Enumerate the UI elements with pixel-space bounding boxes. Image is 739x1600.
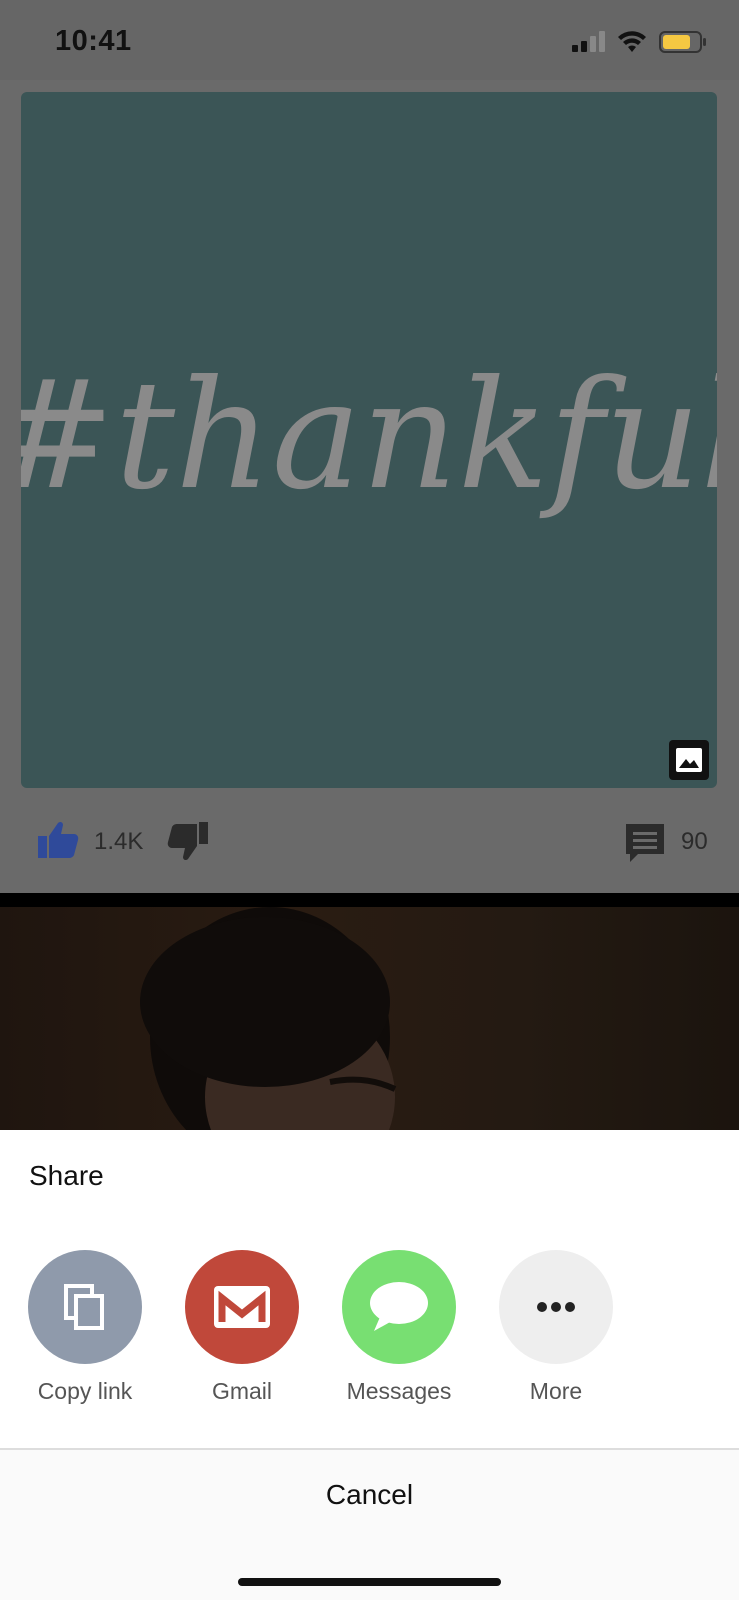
copy-link-label: Copy link (37, 1378, 133, 1404)
home-indicator[interactable] (238, 1578, 501, 1586)
messages-button[interactable]: Messages (324, 1250, 474, 1405)
like-icon[interactable] (36, 818, 80, 862)
share-sheet-title: Share (29, 1160, 104, 1191)
battery-icon (659, 31, 706, 53)
video-thumbnail[interactable] (0, 907, 739, 1131)
copy-icon (64, 1284, 104, 1330)
copy-link-button[interactable]: Copy link (10, 1250, 160, 1405)
messages-icon (370, 1282, 428, 1331)
more-dots-icon (537, 1302, 575, 1312)
comment-count: 90 (681, 828, 708, 855)
wifi-icon (618, 31, 646, 52)
more-button[interactable]: More (481, 1250, 631, 1405)
dislike-icon[interactable] (166, 820, 210, 864)
copy-link-circle (28, 1250, 142, 1364)
thankful-artwork: #thankful (21, 349, 717, 523)
cancel-button[interactable]: Cancel (0, 1450, 739, 1540)
post-image-text: #thankful (21, 349, 717, 523)
gmail-button[interactable]: Gmail (167, 1250, 317, 1405)
share-sheet: Share Copy link Gmail Messages More Canc… (0, 1130, 739, 1600)
comment-icon[interactable] (624, 822, 666, 864)
status-time: 10:41 (55, 25, 132, 57)
like-count: 1.4K (94, 828, 144, 855)
gmail-circle (185, 1250, 299, 1364)
post-image[interactable]: #thankful (21, 92, 717, 788)
cellular-signal-icon (572, 31, 605, 52)
more-circle (499, 1250, 613, 1364)
post-actions-row: 1.4K 90 (0, 810, 739, 880)
feed-divider (0, 893, 739, 907)
gmail-icon (214, 1286, 270, 1328)
image-type-icon (669, 740, 709, 780)
status-icons (571, 30, 707, 54)
share-options: Copy link Gmail Messages More (0, 1250, 739, 1430)
status-bar: 10:41 (0, 0, 739, 80)
person-silhouette (140, 907, 397, 1131)
messages-label: Messages (346, 1378, 452, 1404)
messages-circle (342, 1250, 456, 1364)
more-label: More (529, 1378, 583, 1404)
gmail-label: Gmail (211, 1378, 273, 1404)
